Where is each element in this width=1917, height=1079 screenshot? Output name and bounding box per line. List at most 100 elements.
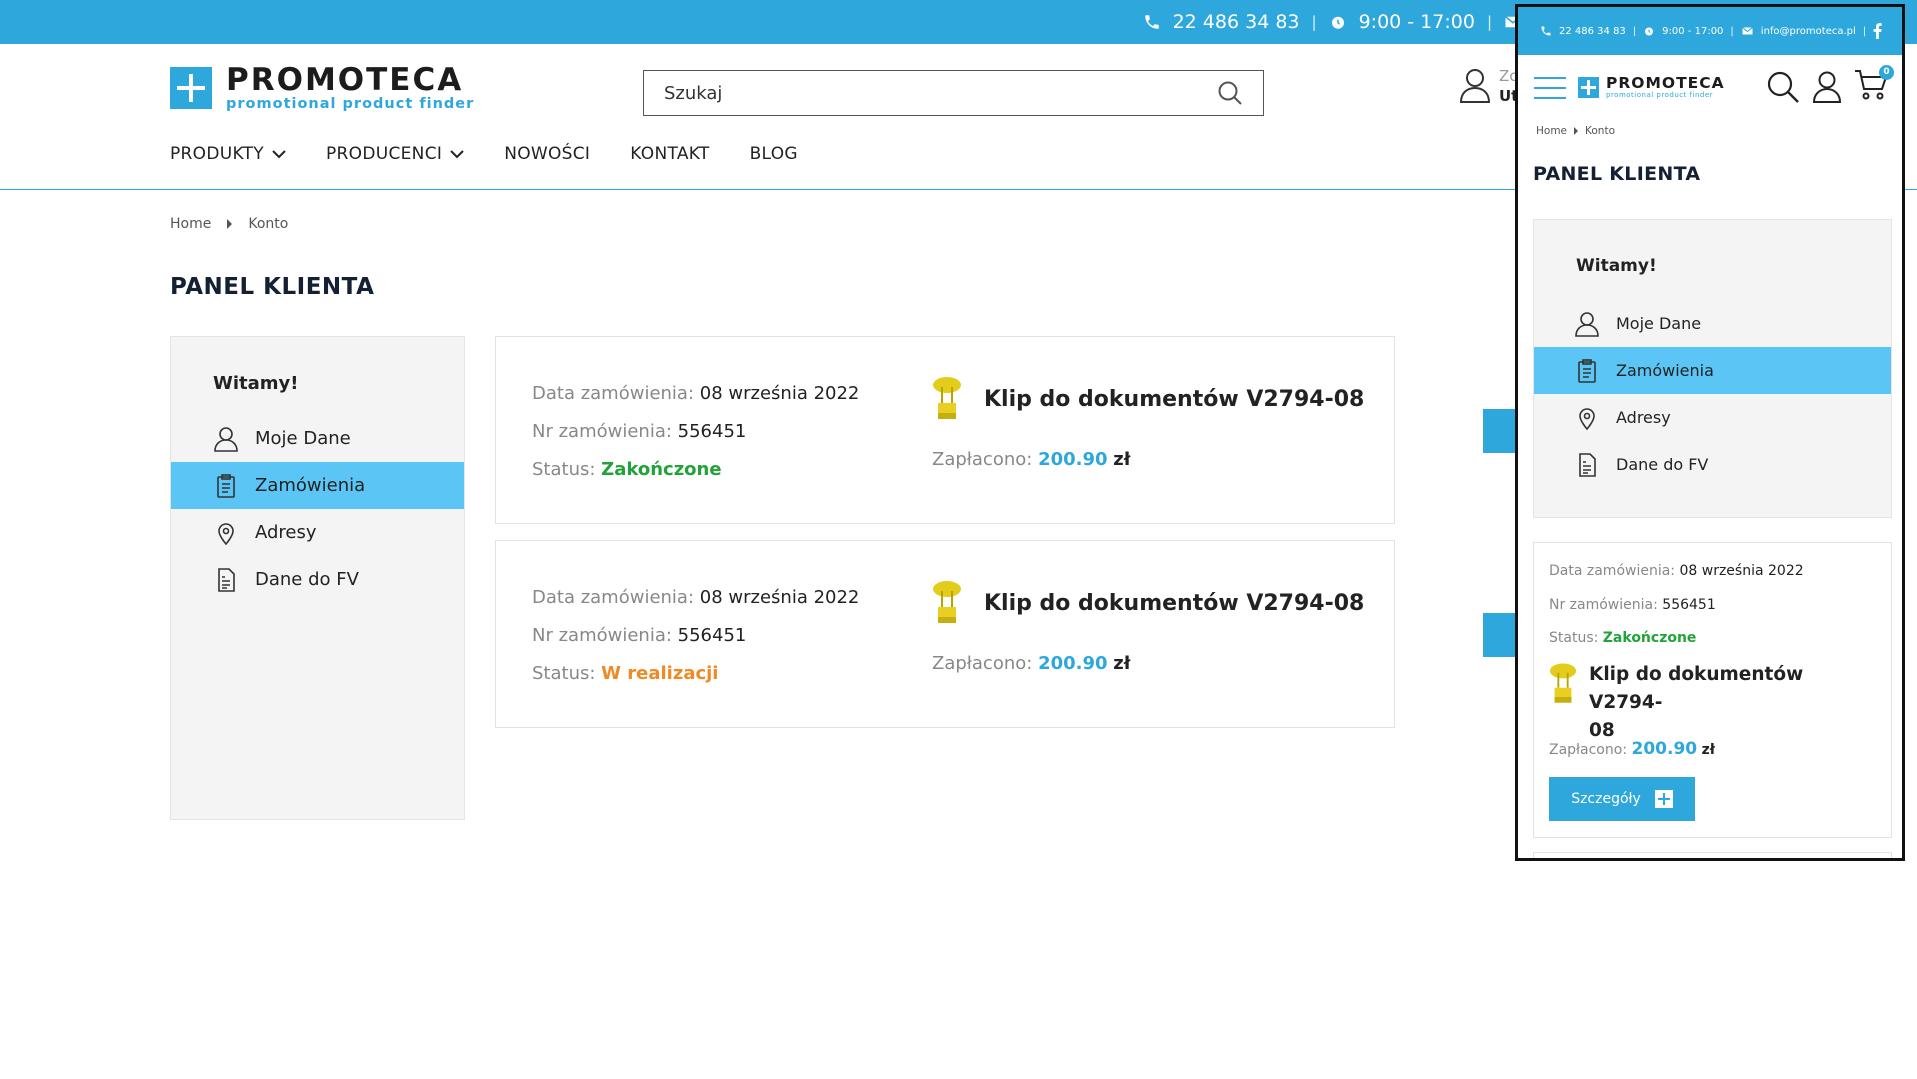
nav-item-producenci[interactable]: PRODUCENCI	[326, 144, 464, 164]
logo-name: PROMOTECA	[226, 62, 464, 98]
account-menu: Moje Dane Zamówienia Adresy Dane do FV	[1534, 300, 1891, 488]
nav-item-produkty[interactable]: PRODUKTY	[170, 144, 286, 164]
product-name[interactable]: Klip do dokumentów V2794- 08	[1589, 661, 1879, 745]
search-input[interactable]	[664, 82, 1217, 104]
nav-label: NOWOŚCI	[504, 144, 591, 164]
order-card: Data zamówienia: 08 września 2022 Nr zam…	[495, 336, 1523, 524]
sidebar-welcome: Witamy!	[1576, 256, 1657, 276]
nav-label: PRODUKTY	[170, 144, 264, 164]
order-date: Data zamówienia: 08 września 2022	[532, 375, 859, 413]
product-name-line1: Klip do dokumentów V2794-	[1589, 664, 1804, 713]
nav-item-nowosci[interactable]: NOWOŚCI	[504, 144, 590, 164]
sidebar-item-dane-do-fv[interactable]: Dane do FV	[171, 556, 464, 603]
mobile-site-logo[interactable]: PROMOTECA promotional product finder	[1578, 75, 1725, 99]
clipboard-icon	[1578, 358, 1596, 383]
hamburger-menu-icon[interactable]	[1534, 77, 1566, 99]
sidebar-item-dane-do-fv[interactable]: Dane do FV	[1534, 441, 1891, 488]
status-badge: Zakończone	[601, 459, 722, 480]
order-date-label: Data zamówienia:	[532, 587, 695, 608]
account-sidebar: Witamy! Moje Dane Zamówienia Adresy Dane…	[170, 336, 465, 820]
top-contact-info: 22 486 34 83 | 9:00 - 17:00 |	[1143, 0, 1522, 44]
sidebar-item-label: Zamówienia	[1616, 361, 1714, 380]
order-date: Data zamówienia: 08 września 2022	[532, 579, 859, 617]
account-sidebar: Witamy! Moje Dane Zamówienia Adresy Dane…	[1533, 219, 1892, 518]
user-icon[interactable]	[1812, 70, 1842, 104]
site-logo[interactable]: PROMOTECA promotional product finder	[170, 64, 474, 112]
product-name[interactable]: Klip do dokumentów V2794-08	[984, 387, 1364, 412]
order-number-value: 556451	[677, 421, 747, 442]
sidebar-item-adresy[interactable]: Adresy	[1534, 394, 1891, 441]
nav-item-kontakt[interactable]: KONTAKT	[630, 144, 709, 164]
sidebar-item-label: Dane do FV	[1616, 455, 1709, 474]
logo-tagline: promotional product finder	[1606, 91, 1714, 99]
order-card	[1533, 852, 1892, 858]
mail-icon	[1741, 27, 1753, 35]
mobile-topbar-hours: 9:00 - 17:00	[1662, 25, 1724, 37]
order-card: Data zamówienia: 08 września 2022 Nr zam…	[495, 540, 1523, 728]
binder-clip-product-image	[933, 581, 961, 623]
binder-clip-product-image	[933, 377, 961, 419]
order-status: Status: Zakończone	[1549, 630, 1696, 646]
logo-name: PROMOTECA	[1606, 74, 1725, 92]
search-icon[interactable]	[1766, 70, 1800, 104]
facebook-icon[interactable]	[1873, 23, 1882, 39]
search-icon[interactable]	[1217, 80, 1243, 106]
order-number-value: 556451	[677, 625, 747, 646]
plus-icon	[1654, 790, 1673, 808]
order-paid: Zapłacono: 200.90 zł	[932, 653, 1130, 674]
paid-label: Zapłacono:	[932, 449, 1033, 470]
breadcrumb: Home Konto	[170, 216, 288, 232]
mobile-top-info-bar: 22 486 34 83 | 9:00 - 17:00 | info@promo…	[1518, 7, 1902, 55]
breadcrumb-home[interactable]: Home	[170, 216, 211, 232]
sidebar-welcome: Witamy!	[213, 373, 299, 394]
topbar-hours: 9:00 - 17:00	[1358, 11, 1475, 33]
order-number-value: 556451	[1662, 597, 1716, 613]
sidebar-item-label: Moje Dane	[1616, 314, 1702, 333]
phone-icon	[1541, 26, 1551, 36]
invoice-document-icon	[1579, 452, 1596, 477]
order-status-label: Status:	[532, 459, 596, 480]
mobile-header: PROMOTECA promotional product finder 0	[1518, 55, 1902, 117]
order-status-label: Status:	[532, 663, 596, 684]
cart-button[interactable]: 0	[1854, 65, 1894, 105]
paid-amount: 200.90	[1631, 739, 1698, 759]
sidebar-item-label: Zamówienia	[255, 475, 366, 496]
logo-tagline: promotional product finder	[226, 96, 475, 112]
details-button[interactable]: Szczegóły	[1549, 777, 1695, 821]
status-badge: Zakończone	[1602, 630, 1697, 646]
topbar-separator: |	[1311, 13, 1317, 31]
topbar-separator: |	[1862, 25, 1867, 37]
sidebar-item-zamowienia[interactable]: Zamówienia	[171, 462, 464, 509]
mobile-preview: 22 486 34 83 | 9:00 - 17:00 | info@promo…	[1515, 4, 1905, 861]
sidebar-item-moje-dane[interactable]: Moje Dane	[171, 415, 464, 462]
user-icon	[1459, 69, 1491, 103]
mobile-topbar-phone[interactable]: 22 486 34 83	[1559, 26, 1626, 37]
user-icon	[214, 426, 238, 452]
nav-item-blog[interactable]: BLOG	[750, 144, 798, 164]
logo-text: PROMOTECA promotional product finder	[226, 64, 474, 112]
order-date-label: Data zamówienia:	[532, 383, 695, 404]
details-button-label: Szczegóły	[1571, 791, 1641, 807]
product-name[interactable]: Klip do dokumentów V2794-08	[984, 591, 1364, 616]
order-number-label: Nr zamówienia:	[532, 625, 672, 646]
chevron-down-icon	[450, 149, 464, 158]
order-number: Nr zamówienia: 556451	[532, 617, 859, 655]
account-link[interactable]: Zc Ut	[1459, 66, 1518, 106]
sidebar-item-adresy[interactable]: Adresy	[171, 509, 464, 556]
paid-currency: zł	[1113, 653, 1131, 674]
topbar-separator: |	[1730, 25, 1734, 37]
breadcrumb-current[interactable]: Konto	[1585, 125, 1615, 137]
sidebar-item-label: Dane do FV	[255, 569, 359, 590]
sidebar-item-zamowienia[interactable]: Zamówienia	[1534, 347, 1891, 394]
breadcrumb-current[interactable]: Konto	[248, 216, 288, 232]
order-status-label: Status:	[1549, 630, 1599, 646]
mobile-header-icons: 0	[1766, 65, 1894, 105]
user-icon	[1575, 311, 1599, 337]
breadcrumb-home[interactable]: Home	[1536, 125, 1567, 137]
page-title: PANEL KLIENTA	[1533, 163, 1701, 185]
topbar-phone[interactable]: 22 486 34 83	[1173, 11, 1300, 33]
binder-clip-product-image	[1549, 663, 1577, 703]
mobile-topbar-email[interactable]: info@promoteca.pl	[1761, 26, 1856, 37]
sidebar-item-moje-dane[interactable]: Moje Dane	[1534, 300, 1891, 347]
breadcrumb-arrow-icon	[1574, 127, 1579, 135]
